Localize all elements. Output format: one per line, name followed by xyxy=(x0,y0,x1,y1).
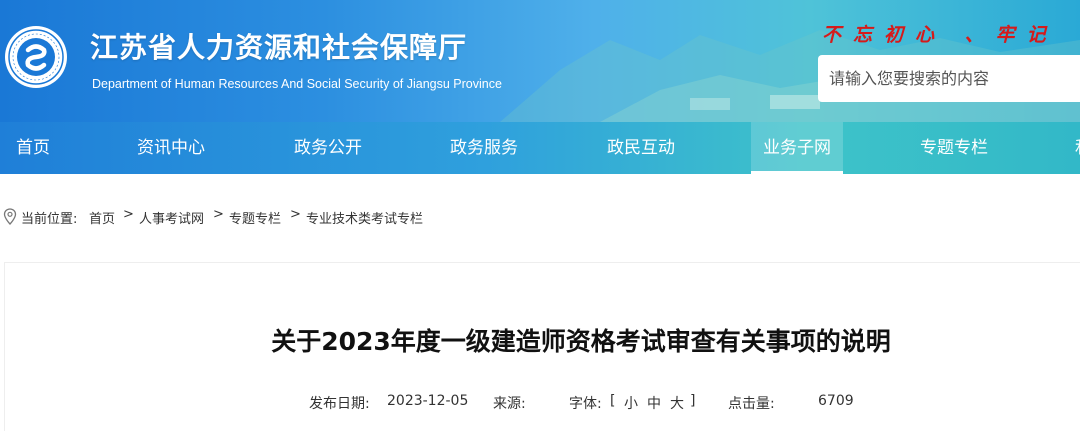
site-title: 江苏省人力资源和社会保障厅 xyxy=(90,31,468,64)
nav-home[interactable]: 首页 xyxy=(16,122,50,174)
nav-public-interaction[interactable]: 政民互动 xyxy=(607,122,675,174)
font-size-close-bracket: ] xyxy=(690,393,696,409)
site-header: 江苏省人力资源和社会保障厅 Department of Human Resour… xyxy=(0,0,1080,122)
breadcrumb-separator: > xyxy=(290,207,301,222)
nav-special-topics[interactable]: 专题专栏 xyxy=(920,122,988,174)
breadcrumb-exam-site[interactable]: 人事考试网 xyxy=(139,208,204,227)
views-count: 6709 xyxy=(818,393,854,409)
breadcrumb-professional-exams[interactable]: 专业技术类考试专栏 xyxy=(306,208,423,227)
publish-date-label: 发布日期: xyxy=(309,396,370,412)
emblem-icon xyxy=(5,26,67,88)
search-input[interactable] xyxy=(818,55,1080,102)
slogan: 不忘初心 、牢记 xyxy=(822,24,1058,46)
breadcrumb: 当前位置: 首页 > 人事考试网 > 专题专栏 > 专业技术类考试专栏 xyxy=(0,206,1080,227)
font-medium-button[interactable]: 中 xyxy=(647,393,661,413)
font-size-open-bracket: [ xyxy=(610,393,616,409)
font-small-button[interactable]: 小 xyxy=(624,393,638,413)
nav-government-affairs[interactable]: 政务公开 xyxy=(294,122,362,174)
breadcrumb-prefix: 当前位置: xyxy=(21,212,78,227)
breadcrumb-separator: > xyxy=(123,207,134,222)
source-label: 来源: xyxy=(493,396,526,412)
font-size-label: 字体: xyxy=(569,396,602,412)
nav-news-center[interactable]: 资讯中心 xyxy=(137,122,205,174)
location-pin-icon xyxy=(3,208,17,225)
article-title: 关于2023年度一级建造师资格考试审查有关事项的说明 xyxy=(271,327,891,356)
main-nav: 首页 资讯中心 政务公开 政务服务 政民互动 业务子网 专题专栏 和 xyxy=(0,122,1080,174)
nav-more[interactable]: 和 xyxy=(1075,122,1080,174)
breadcrumb-separator: > xyxy=(213,207,224,222)
font-large-button[interactable]: 大 xyxy=(670,393,684,413)
breadcrumb-home[interactable]: 首页 xyxy=(89,208,115,227)
nav-business-subnet[interactable]: 业务子网 xyxy=(751,122,843,174)
breadcrumb-special-topics[interactable]: 专题专栏 xyxy=(229,208,281,227)
site-subtitle: Department of Human Resources And Social… xyxy=(92,77,502,91)
publish-date: 2023-12-05 xyxy=(387,393,469,409)
views-label: 点击量: xyxy=(728,396,775,412)
nav-government-services[interactable]: 政务服务 xyxy=(450,122,518,174)
